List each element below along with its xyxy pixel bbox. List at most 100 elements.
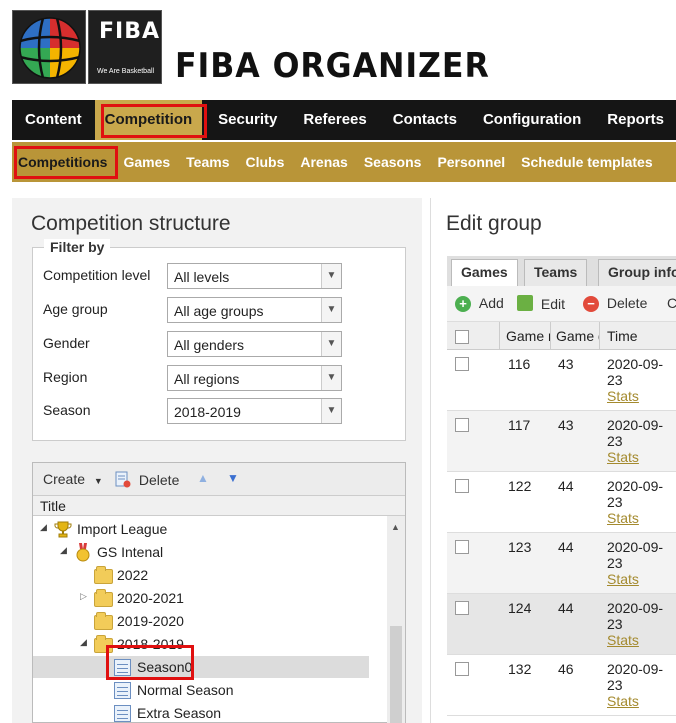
edit-button[interactable]: Edit — [517, 295, 565, 312]
sub-nav: Competitions Games Teams Clubs Arenas Se… — [12, 142, 676, 182]
tree-node-extra-season[interactable]: Extra Season — [33, 702, 387, 723]
collapsed-arrow-icon[interactable]: ▷ — [80, 591, 87, 602]
chevron-down-icon[interactable]: ▼ — [321, 332, 341, 356]
delete-button[interactable]: Delete — [115, 471, 179, 488]
table-row[interactable]: 132 46 2020-09-23 Stats — [447, 655, 676, 716]
scroll-up-icon[interactable]: ▲ — [391, 522, 400, 532]
col-time[interactable]: Time — [607, 328, 676, 344]
tree-node-label: 2022 — [117, 567, 149, 583]
tree-node-2018-2019[interactable]: ◢ 2018-2019 — [33, 633, 387, 655]
tab-games[interactable]: Games — [451, 259, 518, 287]
row-checkbox[interactable] — [455, 418, 469, 432]
stats-link[interactable]: Stats — [607, 693, 639, 709]
tree-node-import-league[interactable]: ◢ Import League — [33, 518, 387, 540]
tab-teams[interactable]: Teams — [524, 259, 588, 286]
tree-node-label: 2018-2019 — [117, 636, 184, 652]
row-checkbox[interactable] — [455, 662, 469, 676]
region-select[interactable]: All regions ▼ — [167, 365, 342, 391]
more-button[interactable]: Cl — [667, 295, 676, 311]
medal-icon — [74, 543, 92, 566]
table-row[interactable]: 124 44 2020-09-23 Stats — [447, 594, 676, 655]
subnav-arenas[interactable]: Arenas — [292, 142, 355, 182]
table-row[interactable]: 122 44 2020-09-23 Stats — [447, 472, 676, 533]
col-game-number[interactable]: Game n — [506, 328, 550, 344]
row-checkbox[interactable] — [455, 479, 469, 493]
tree-node-label: Import League — [77, 521, 168, 537]
subnav-seasons[interactable]: Seasons — [356, 142, 430, 182]
trophy-icon — [54, 520, 72, 541]
game-time: 2020-09-23 Stats — [607, 356, 676, 404]
sheet-icon — [114, 682, 131, 699]
stats-link[interactable]: Stats — [607, 632, 639, 648]
edit-group-panel: Edit group Games Teams Group info + Add … — [430, 198, 676, 723]
stats-link[interactable]: Stats — [607, 571, 639, 587]
subnav-clubs[interactable]: Clubs — [237, 142, 292, 182]
gender-select[interactable]: All genders ▼ — [167, 331, 342, 357]
chevron-down-icon[interactable]: ▼ — [321, 366, 341, 390]
filter-label: Competition level — [43, 267, 151, 283]
table-row[interactable]: 123 44 2020-09-23 Stats — [447, 533, 676, 594]
row-checkbox[interactable] — [455, 601, 469, 615]
filter-label: Age group — [43, 301, 108, 317]
stats-link[interactable]: Stats — [607, 449, 639, 465]
filter-row-competition-level: Competition level All levels ▼ — [43, 263, 403, 289]
create-label: Create — [43, 471, 86, 487]
nav-reports[interactable]: Reports — [594, 100, 676, 140]
basketball-logo-icon — [12, 10, 86, 84]
nav-security[interactable]: Security — [202, 100, 290, 140]
age-group-select[interactable]: All age groups ▼ — [167, 297, 342, 323]
fiba-logo[interactable]: FIBA We Are Basketball — [12, 10, 162, 84]
tree-scrollbar[interactable]: ▲ — [387, 516, 405, 723]
row-checkbox[interactable] — [455, 540, 469, 554]
select-all-checkbox[interactable] — [455, 330, 469, 344]
tree-node-2020-2021[interactable]: ▷ 2020-2021 — [33, 587, 387, 609]
subnav-personnel[interactable]: Personnel — [429, 142, 513, 182]
subnav-schedule-templates[interactable]: Schedule templates — [513, 142, 661, 182]
stats-link[interactable]: Stats — [607, 510, 639, 526]
tree-node-gs-intenal[interactable]: ◢ GS Intenal — [33, 541, 387, 563]
add-icon: + — [455, 296, 471, 312]
delete-row-button[interactable]: − Delete — [583, 295, 647, 312]
tree-node-2019-2020[interactable]: 2019-2020 — [33, 610, 387, 632]
move-up-icon[interactable]: ▲ — [197, 471, 209, 485]
expanded-arrow-icon[interactable]: ◢ — [40, 522, 47, 533]
chevron-down-icon[interactable]: ▼ — [321, 264, 341, 288]
move-down-icon[interactable]: ▼ — [227, 471, 239, 485]
add-button[interactable]: + Add — [455, 295, 504, 312]
game-time: 2020-09-23 Stats — [607, 600, 676, 648]
logo-text: FIBA — [99, 19, 161, 44]
expanded-arrow-icon[interactable]: ◢ — [80, 637, 87, 648]
competition-level-select[interactable]: All levels ▼ — [167, 263, 342, 289]
season-select[interactable]: 2018-2019 ▼ — [167, 398, 342, 424]
competition-tree-panel: Create ▼ Delete ▲ ▼ Title ◢ Import Leagu… — [32, 462, 406, 723]
game-time: 2020-09-23 Stats — [607, 478, 676, 526]
game-day: 43 — [558, 417, 574, 433]
subnav-competitions[interactable]: Competitions — [12, 142, 113, 182]
col-game-day[interactable]: Game d — [556, 328, 599, 344]
chevron-down-icon[interactable]: ▼ — [321, 298, 341, 322]
grid-toolbar: + Add Edit − Delete Cl — [447, 286, 676, 322]
nav-referees[interactable]: Referees — [290, 100, 379, 140]
stats-link[interactable]: Stats — [607, 388, 639, 404]
nav-competition[interactable]: Competition — [94, 100, 203, 140]
scrollbar-thumb[interactable] — [390, 626, 402, 723]
nav-content[interactable]: Content — [12, 100, 95, 140]
game-date: 2020-09-23 — [607, 478, 664, 510]
tree-node-label: GS Intenal — [97, 544, 164, 560]
tab-group-info[interactable]: Group info — [598, 259, 676, 286]
create-button[interactable]: Create ▼ — [43, 471, 103, 487]
nav-contacts[interactable]: Contacts — [380, 100, 470, 140]
subnav-teams[interactable]: Teams — [178, 142, 237, 182]
expanded-arrow-icon[interactable]: ◢ — [60, 545, 67, 556]
table-row[interactable]: 117 43 2020-09-23 Stats — [447, 411, 676, 472]
chevron-down-icon[interactable]: ▼ — [321, 399, 341, 423]
tree-node-season0[interactable]: Season0 — [33, 656, 369, 678]
row-checkbox[interactable] — [455, 357, 469, 371]
tree-node-2022[interactable]: 2022 — [33, 564, 387, 586]
subnav-games[interactable]: Games — [113, 142, 178, 182]
table-row[interactable]: 116 43 2020-09-23 Stats — [447, 350, 676, 411]
logo-tagline: We Are Basketball — [97, 68, 155, 75]
game-time: 2020-09-23 Stats — [607, 661, 676, 709]
nav-configuration[interactable]: Configuration — [470, 100, 594, 140]
tree-node-normal-season[interactable]: Normal Season — [33, 679, 387, 701]
